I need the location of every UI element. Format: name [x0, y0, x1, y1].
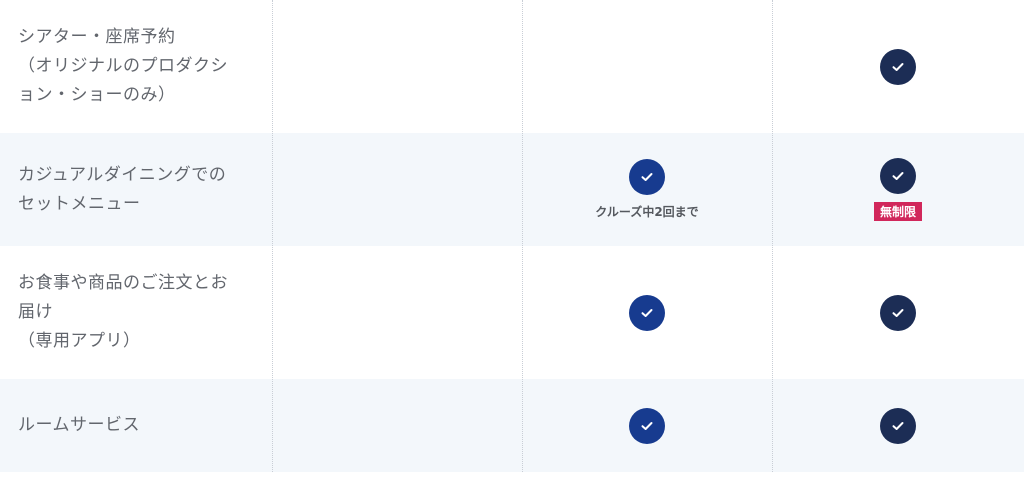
plan2-cell	[522, 0, 772, 133]
plan3-cell	[772, 379, 1024, 472]
check-icon	[880, 48, 916, 85]
column-divider	[272, 0, 273, 472]
table-row: お食事や商品のご注文とお 届け （専用アプリ）	[0, 246, 1024, 379]
limit-note: クルーズ中2回まで	[595, 205, 699, 219]
check-icon	[629, 294, 665, 331]
column-divider	[772, 0, 773, 472]
check-icon	[629, 407, 665, 444]
plan1-cell	[272, 0, 522, 133]
table-row: カジュアルダイニングでの セットメニュー クルーズ中2回まで 無制限	[0, 133, 1024, 246]
table-row: ルームサービス	[0, 379, 1024, 472]
check-icon	[880, 407, 916, 444]
table-row: シアター・座席予約 （オリジナルのプロダクシ ョン・ショーのみ）	[0, 0, 1024, 133]
check-icon	[880, 158, 916, 194]
plan3-cell	[772, 0, 1024, 133]
column-divider	[522, 0, 523, 472]
row-label: シアター・座席予約 （オリジナルのプロダクシ ョン・ショーのみ）	[18, 27, 228, 105]
plan3-cell	[772, 246, 1024, 379]
plan1-cell	[272, 246, 522, 379]
row-label: カジュアルダイニングでの セットメニュー	[18, 164, 227, 214]
plan1-cell	[272, 379, 522, 472]
row-label: お食事や商品のご注文とお 届け （専用アプリ）	[18, 273, 228, 351]
plan2-cell: クルーズ中2回まで	[522, 133, 772, 246]
check-icon	[629, 159, 665, 195]
plan1-cell	[272, 133, 522, 246]
plan2-cell	[522, 379, 772, 472]
comparison-table: シアター・座席予約 （オリジナルのプロダクシ ョン・ショーのみ） カジュアルダイ…	[0, 0, 1024, 477]
row-label: ルームサービス	[18, 415, 140, 435]
plan3-cell: 無制限	[772, 133, 1024, 246]
check-icon	[880, 294, 916, 331]
unlimited-badge: 無制限	[873, 202, 922, 221]
plan2-cell	[522, 246, 772, 379]
